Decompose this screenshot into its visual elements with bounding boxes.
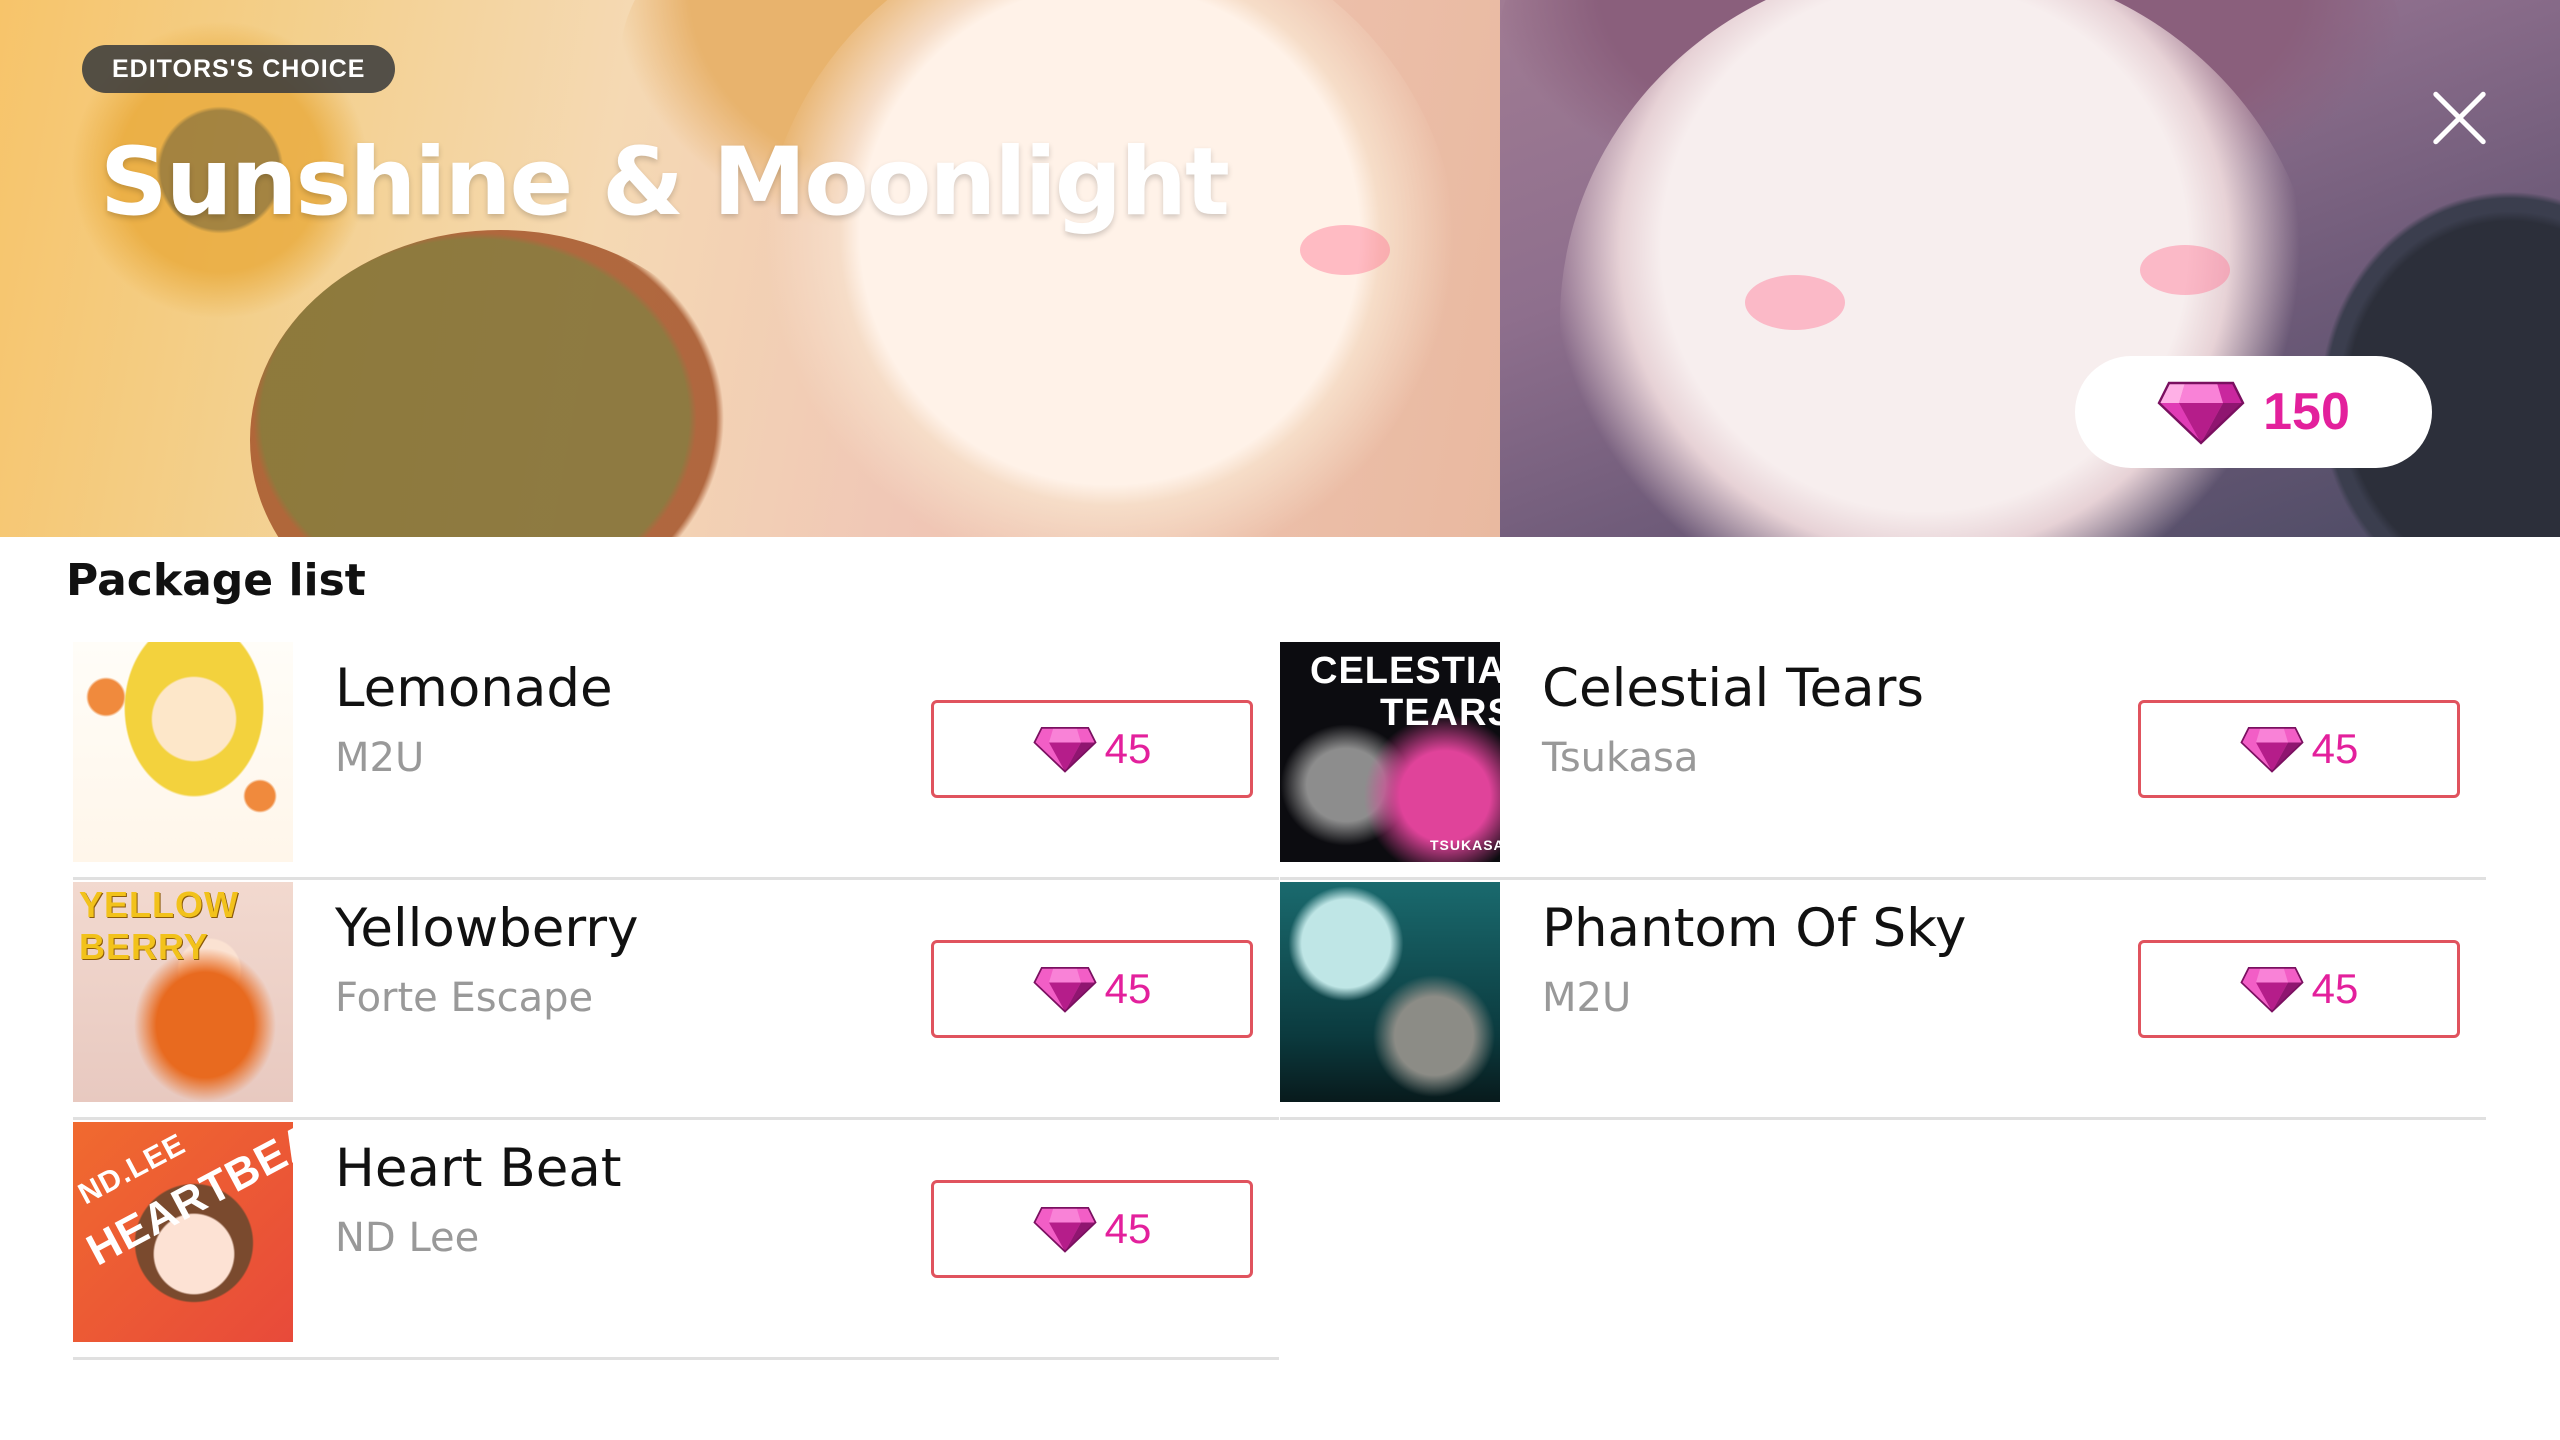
- bundle-title: Sunshine & Moonlight: [100, 128, 1230, 237]
- close-icon[interactable]: [2428, 86, 2492, 150]
- package-author: M2U: [335, 735, 425, 781]
- bundle-price: 150: [2263, 383, 2350, 441]
- cover-credit: TSUKASA: [1430, 837, 1500, 853]
- package-price: 45: [1104, 1205, 1152, 1252]
- package-author: M2U: [1542, 975, 1632, 1021]
- cover-subtitle: BERRY: [79, 926, 209, 967]
- package-title: Celestial Tears: [1542, 658, 1924, 719]
- buy-button[interactable]: 45: [931, 940, 1253, 1038]
- cover-title: CELESTIAL: [1310, 650, 1500, 692]
- list-item[interactable]: CELESTIAL TEARS TSUKASA Celestial Tears …: [1280, 640, 2486, 880]
- cover-yellowberry: YELLOW BERRY: [73, 882, 293, 1102]
- gem-icon: [1033, 965, 1097, 1013]
- package-title: Phantom Of Sky: [1542, 898, 1967, 959]
- package-price: 45: [2311, 965, 2359, 1012]
- gem-icon: [2157, 379, 2245, 445]
- cover-phantom-of-sky: [1280, 882, 1500, 1102]
- list-item[interactable]: Lemonade M2U 45: [73, 640, 1279, 880]
- bundle-buy-button[interactable]: 150: [2075, 356, 2432, 468]
- package-author: ND Lee: [335, 1215, 480, 1261]
- package-title: Heart Beat: [335, 1138, 622, 1199]
- list-item[interactable]: Phantom Of Sky M2U 45: [1280, 880, 2486, 1120]
- cover-subtitle: TEARS: [1380, 692, 1500, 734]
- package-title: Lemonade: [335, 658, 613, 719]
- gem-icon: [1033, 1205, 1097, 1253]
- gem-icon: [1033, 725, 1097, 773]
- package-title: Yellowberry: [335, 898, 639, 959]
- cover-lemonade: [73, 642, 293, 862]
- editors-choice-badge: EDITORS'S CHOICE: [82, 45, 396, 93]
- buy-button[interactable]: 45: [931, 700, 1253, 798]
- cover-celestial-tears: CELESTIAL TEARS TSUKASA: [1280, 642, 1500, 862]
- gem-icon: [2240, 725, 2304, 773]
- gem-icon: [2240, 965, 2304, 1013]
- package-price: 45: [1104, 725, 1152, 772]
- package-list-heading: Package list: [66, 555, 366, 606]
- list-item[interactable]: ND.LEE HEARTBEAT Heart Beat ND Lee 45: [73, 1120, 1279, 1360]
- buy-button[interactable]: 45: [2138, 940, 2460, 1038]
- buy-button[interactable]: 45: [931, 1180, 1253, 1278]
- package-price: 45: [1104, 965, 1152, 1012]
- package-price: 45: [2311, 725, 2359, 772]
- list-item[interactable]: YELLOW BERRY Yellowberry Forte Escape 45: [73, 880, 1279, 1120]
- buy-button[interactable]: 45: [2138, 700, 2460, 798]
- package-author: Forte Escape: [335, 975, 594, 1021]
- cover-title: YELLOW: [79, 884, 239, 925]
- package-author: Tsukasa: [1542, 735, 1699, 781]
- hero-banner: EDITORS'S CHOICE Sunshine & Moonlight 15…: [0, 0, 2560, 537]
- cover-heart-beat: ND.LEE HEARTBEAT: [73, 1122, 293, 1342]
